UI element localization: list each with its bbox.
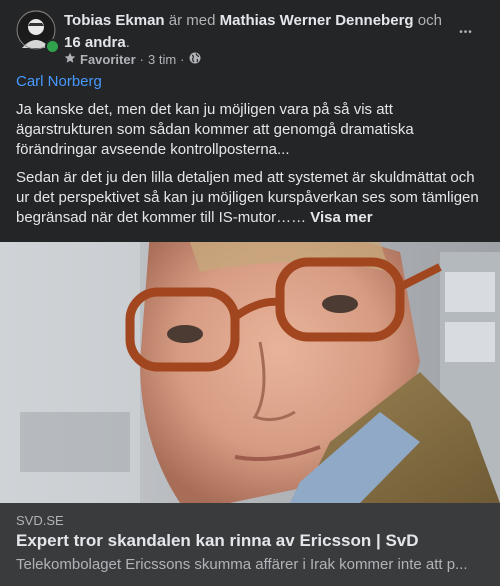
post-body: Carl Norberg Ja kanske det, men det kan …: [16, 72, 484, 236]
tagged-person[interactable]: Mathias Werner Denneberg: [220, 12, 414, 29]
paragraph-2-text: Sedan är det ju den lilla detaljen med a…: [16, 169, 479, 226]
post-header: Tobias Ekman är med Mathias Werner Denne…: [16, 10, 484, 67]
more-options-icon[interactable]: •••: [448, 14, 484, 50]
and-text: och: [413, 12, 442, 29]
link-description: Telekombolaget Ericssons skumma affärer …: [16, 556, 468, 573]
post-time[interactable]: 3 tim: [148, 52, 176, 67]
author-name[interactable]: Tobias Ekman: [64, 12, 165, 29]
audience-label[interactable]: Favoriter: [80, 52, 136, 67]
mention-link[interactable]: Carl Norberg: [16, 72, 484, 92]
others-link[interactable]: 16 andra: [64, 34, 126, 51]
post-paragraph-2: Sedan är det ju den lilla detaljen med a…: [16, 168, 484, 228]
post-attribution: Tobias Ekman är med Mathias Werner Denne…: [64, 10, 444, 54]
star-icon: [64, 52, 76, 67]
online-status-dot: [45, 39, 60, 54]
post-paragraph-1: Ja kanske det, men det kan ju möjligen v…: [16, 101, 414, 158]
meta-separator: ·: [180, 52, 185, 67]
period: .: [125, 34, 130, 51]
link-domain: SVD.SE: [16, 513, 64, 528]
more-options-label: •••: [459, 26, 473, 38]
avatar[interactable]: [16, 10, 60, 54]
post-card: Tobias Ekman är med Mathias Werner Denne…: [0, 0, 500, 586]
globe-icon: [189, 52, 201, 67]
with-text: är med: [164, 12, 220, 29]
post-meta: Favoriter · 3 tim ·: [64, 52, 201, 67]
meta-separator: ·: [139, 52, 144, 67]
see-more-link[interactable]: Visa mer: [310, 209, 372, 226]
link-title[interactable]: Expert tror skandalen kan rinna av Erics…: [16, 531, 419, 551]
link-preview[interactable]: SVD.SE Expert tror skandalen kan rinna a…: [0, 503, 500, 586]
article-photo[interactable]: [0, 242, 500, 503]
